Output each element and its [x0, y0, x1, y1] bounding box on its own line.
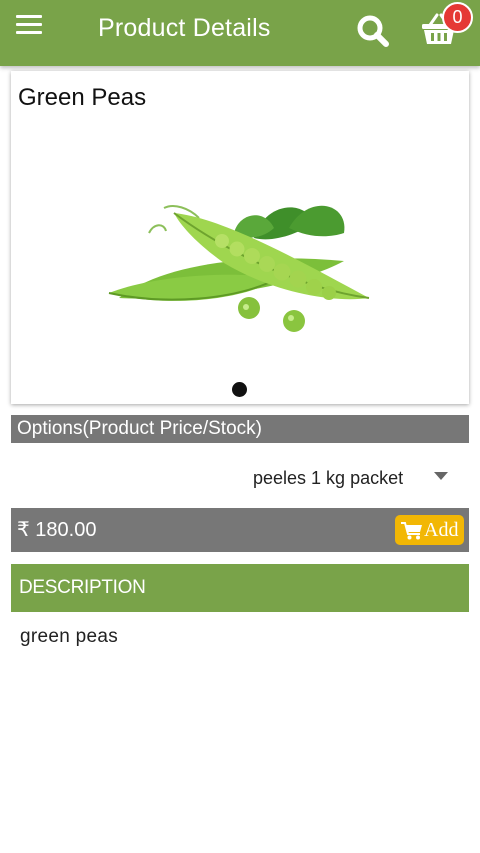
- product-card: Green Peas: [11, 71, 469, 404]
- currency-symbol: ₹: [17, 519, 30, 541]
- description-header: DESCRIPTION: [11, 564, 469, 612]
- search-button[interactable]: [355, 13, 391, 49]
- price-amount: 180.00: [35, 519, 97, 541]
- product-image[interactable]: [104, 183, 374, 343]
- variant-select[interactable]: peeles 1 kg packet: [240, 460, 465, 496]
- cart-count-badge: 0: [442, 2, 473, 33]
- add-to-cart-button[interactable]: Add: [395, 515, 464, 545]
- search-icon: [357, 15, 389, 47]
- page-title: Product Details: [98, 14, 271, 42]
- menu-button[interactable]: [14, 12, 44, 38]
- description-text: green peas: [20, 626, 119, 647]
- add-button-label: Add: [424, 519, 459, 541]
- price-text: ₹ 180.00: [17, 517, 96, 542]
- product-name: Green Peas: [18, 84, 147, 111]
- variant-selected-value: peeles 1 kg packet: [253, 468, 404, 488]
- options-header: Options(Product Price/Stock): [11, 415, 469, 443]
- cart-icon: [401, 522, 422, 540]
- carousel-dot-1[interactable]: [232, 382, 247, 397]
- app-bar: Product Details 0: [0, 0, 480, 66]
- price-bar: ₹ 180.00 Add: [11, 508, 469, 552]
- chevron-down-icon: [434, 472, 448, 480]
